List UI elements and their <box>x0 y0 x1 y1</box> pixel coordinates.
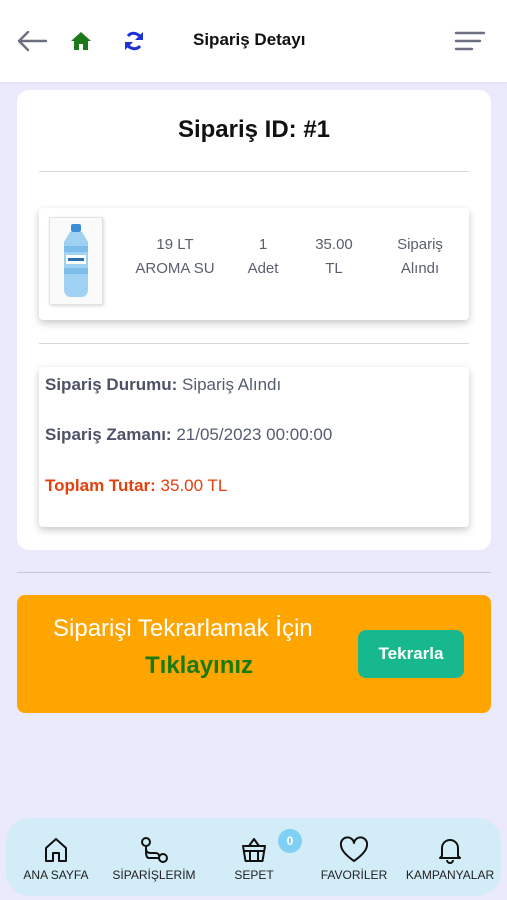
top-app-bar: Sipariş Detayı <box>0 0 507 82</box>
product-quantity: 1 Adet <box>247 236 279 277</box>
repeat-order-cta-text: Tıklayınız <box>145 652 254 679</box>
refresh-icon[interactable] <box>122 29 146 53</box>
nav-item-favorites[interactable]: FAVORİLER <box>314 818 394 896</box>
nav-item-cart[interactable]: SEPET <box>214 818 294 896</box>
order-id-heading: Sipariş ID: #1 <box>177 116 331 143</box>
product-price: 35.00 TL <box>315 236 353 277</box>
repeat-order-text: Siparişi Tekrarlamak İçin <box>53 615 313 642</box>
menu-icon[interactable] <box>453 27 487 55</box>
repeat-order-button[interactable]: Tekrarla <box>358 630 464 678</box>
basket-icon <box>240 834 268 866</box>
divider <box>39 171 469 172</box>
home-outline-icon <box>42 834 70 866</box>
cart-count-badge: 0 <box>278 829 302 853</box>
order-status-row: Sipariş Durumu: Sipariş Alındı <box>45 375 282 394</box>
nav-item-campaigns[interactable]: KAMPANYALAR <box>402 818 498 896</box>
route-icon <box>139 834 169 866</box>
order-detail-card: Sipariş ID: #1 19 LT AROMA SU 1 Adet 35.… <box>17 90 491 550</box>
order-total-row: Toplam Tutar: 35.00 TL <box>45 476 228 495</box>
divider <box>39 343 469 344</box>
bottom-navigation: ANA SAYFA SİPARİŞLERİM SEPET 0 FAVORİLER <box>6 818 501 896</box>
repeat-order-banner: Siparişi Tekrarlamak İçin Tıklayınız Tek… <box>17 595 491 713</box>
product-status: Sipariş Alındı <box>397 236 443 277</box>
water-bottle-image <box>49 217 103 305</box>
page-title: Sipariş Detayı <box>193 30 306 49</box>
nav-item-home[interactable]: ANA SAYFA <box>16 818 96 896</box>
order-summary-box: Sipariş Durumu: Sipariş Alındı Sipariş Z… <box>39 367 469 527</box>
product-name: 19 LT AROMA SU <box>135 236 215 277</box>
bell-icon <box>436 834 464 866</box>
heart-icon <box>339 834 369 866</box>
order-product-row: 19 LT AROMA SU 1 Adet 35.00 TL Sipariş A… <box>39 208 469 320</box>
divider <box>17 572 491 573</box>
order-time-row: Sipariş Zamanı: 21/05/2023 00:00:00 <box>45 425 333 444</box>
back-arrow-icon[interactable] <box>16 27 48 55</box>
nav-item-orders[interactable]: SİPARİŞLERİM <box>104 818 204 896</box>
home-icon[interactable] <box>69 29 93 53</box>
